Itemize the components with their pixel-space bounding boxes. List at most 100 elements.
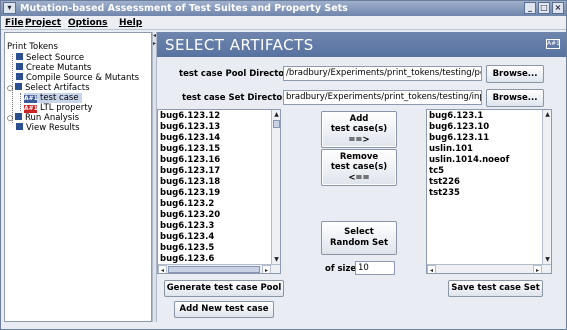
remove-test-cases-button[interactable]: Remove test case(s) <== xyxy=(321,149,397,186)
list-item[interactable]: tst235 xyxy=(429,188,509,199)
random-set-size-input[interactable]: 10 xyxy=(355,261,395,275)
list-item[interactable]: bug6.123.14 xyxy=(160,133,220,144)
close-button[interactable]: × xyxy=(552,2,564,14)
tree-item-compile-source[interactable]: Compile Source & Mutants xyxy=(16,73,139,83)
tree-item-label: Compile Source & Mutants xyxy=(26,73,140,83)
scroll-down-icon[interactable]: ▼ xyxy=(543,255,551,264)
select-random-line1: Select xyxy=(344,227,374,238)
tree-root[interactable]: Print Tokens xyxy=(7,42,58,52)
tree-item-view-results[interactable]: View Results xyxy=(16,123,80,133)
panel-header: SELECT ARTIFACTS A#1 xyxy=(157,32,566,57)
scroll-left-icon[interactable]: ◂ xyxy=(158,265,167,273)
main-window: ▾ Mutation-based Assessment of Test Suit… xyxy=(0,0,567,330)
step-icon xyxy=(16,53,23,60)
step-icon xyxy=(16,123,23,130)
pool-directory-label: test case Pool Directory: xyxy=(179,69,298,79)
collapse-left-icon[interactable]: ◂ xyxy=(153,33,156,39)
list-item[interactable]: bug6.123.17 xyxy=(160,166,220,177)
list-item[interactable]: bug6.123.16 xyxy=(160,155,220,166)
menu-project[interactable]: Project xyxy=(25,16,61,30)
title-bar[interactable]: ▾ Mutation-based Assessment of Test Suit… xyxy=(1,1,566,16)
remove-button-arrow: <== xyxy=(348,172,370,183)
step-icon xyxy=(15,83,22,90)
add-test-cases-button[interactable]: Add test case(s) ==> xyxy=(321,111,397,148)
minimize-button[interactable]: _ xyxy=(524,2,536,14)
list-item[interactable]: bug6.123.19 xyxy=(160,188,220,199)
tree-item-test-case[interactable]: A#1 test case xyxy=(24,93,82,103)
list-item[interactable]: bug6.123.18 xyxy=(160,177,220,188)
set-directory-field[interactable]: bradbury/Experiments/print_tokens/testin… xyxy=(283,90,482,105)
step-icon xyxy=(16,73,23,80)
add-new-test-case-button[interactable]: Add New test case xyxy=(174,301,274,318)
menu-options-label: Options xyxy=(68,18,108,28)
expand-toggle-icon[interactable]: ○ xyxy=(7,83,15,93)
tree-connector xyxy=(20,93,21,111)
tree-item-label: LTL property xyxy=(40,103,93,113)
tree-item-label: Run Analysis xyxy=(25,113,80,123)
menu-options[interactable]: Options xyxy=(68,16,107,30)
tree-item-select-source[interactable]: Select Source xyxy=(16,53,84,63)
expand-toggle-icon[interactable]: ○ xyxy=(7,113,15,123)
maximize-button[interactable]: □ xyxy=(538,2,550,14)
generate-pool-button[interactable]: Generate test case Pool xyxy=(164,280,284,297)
tree-item-label: Create Mutants xyxy=(26,63,92,73)
menu-help[interactable]: Help xyxy=(119,16,142,30)
pool-list-hscrollbar[interactable]: ◂ ▸ xyxy=(158,264,280,273)
panel-title: SELECT ARTIFACTS xyxy=(165,36,314,54)
list-item[interactable]: uslin.1014.noeof xyxy=(429,155,509,166)
tree-item-select-artifacts[interactable]: ○ Select Artifacts xyxy=(7,83,90,93)
scroll-thumb[interactable] xyxy=(273,120,280,128)
select-random-set-button[interactable]: Select Random Set xyxy=(321,221,397,255)
set-list-vscrollbar[interactable]: ▲ ▼ xyxy=(542,110,551,265)
save-set-button[interactable]: Save test case Set xyxy=(448,280,543,297)
tree-item-create-mutants[interactable]: Create Mutants xyxy=(16,63,91,73)
window-title: Mutation-based Assessment of Test Suites… xyxy=(20,3,348,14)
scroll-right-icon[interactable]: ▸ xyxy=(533,265,542,273)
menu-file[interactable]: File xyxy=(5,16,23,30)
pool-directory-field[interactable]: /bradbury/Experiments/print_tokens/testi… xyxy=(283,66,482,81)
list-item[interactable]: tc5 xyxy=(429,166,509,177)
navigation-tree: Print Tokens Select Source Create Mutant… xyxy=(4,32,152,322)
list-item[interactable]: bug6.123.4 xyxy=(160,232,220,243)
scroll-up-icon[interactable]: ▲ xyxy=(543,110,551,119)
menu-help-label: Help xyxy=(119,18,143,28)
add-button-arrow: ==> xyxy=(348,134,370,145)
step-icon xyxy=(15,113,22,120)
tree-item-label: View Results xyxy=(26,123,80,133)
list-item[interactable]: bug6.123.11 xyxy=(429,133,509,144)
menu-project-label: Project xyxy=(25,18,62,28)
pool-list[interactable]: bug6.123.12 bug6.123.13 bug6.123.14 bug6.12… xyxy=(157,109,281,274)
set-list[interactable]: bug6.123.1 bug6.123.10 bug6.123.11 uslin.10… xyxy=(426,109,552,274)
browse-pool-button[interactable]: Browse... xyxy=(486,65,544,83)
list-item[interactable]: tst226 xyxy=(429,177,509,188)
list-item[interactable]: bug6.123.3 xyxy=(160,221,220,232)
list-item[interactable]: bug6.123.1 xyxy=(429,111,509,122)
list-item[interactable]: bug6.123.12 xyxy=(160,111,220,122)
expand-right-icon[interactable]: ▸ xyxy=(153,41,156,47)
list-item[interactable]: bug6.123.20 xyxy=(160,210,220,221)
list-item[interactable]: bug6.123.13 xyxy=(160,122,220,133)
set-list-hscrollbar[interactable]: ◂ ▸ xyxy=(427,264,551,273)
pool-list-vscrollbar[interactable]: ▲ ▼ xyxy=(271,110,280,265)
step-icon xyxy=(16,63,23,70)
tree-item-label: Select Source xyxy=(26,53,85,63)
scroll-down-icon[interactable]: ▼ xyxy=(272,255,280,264)
list-item[interactable]: bug6.123.10 xyxy=(429,122,509,133)
pool-list-items: bug6.123.12 bug6.123.13 bug6.123.14 bug6.12… xyxy=(160,111,220,265)
tree-item-ltl-property[interactable]: A#1 LTL property xyxy=(24,103,93,113)
remove-button-line1: Remove xyxy=(339,151,379,162)
list-item[interactable]: uslin.101 xyxy=(429,144,509,155)
list-item[interactable]: bug6.123.15 xyxy=(160,144,220,155)
scroll-up-icon[interactable]: ▲ xyxy=(272,110,280,119)
tree-item-label: Select Artifacts xyxy=(25,83,90,93)
list-item[interactable]: bug6.123.2 xyxy=(160,199,220,210)
tree-item-run-analysis[interactable]: ○ Run Analysis xyxy=(7,113,79,123)
system-menu-icon[interactable]: ▾ xyxy=(3,2,16,14)
select-random-line2: Random Set xyxy=(329,238,389,248)
scroll-right-icon[interactable]: ▸ xyxy=(262,265,271,273)
browse-set-button[interactable]: Browse... xyxy=(486,89,544,107)
list-item[interactable]: bug6.123.5 xyxy=(160,243,220,254)
scroll-thumb[interactable] xyxy=(168,266,260,273)
add-button-line2: test case(s) xyxy=(330,124,388,135)
scroll-left-icon[interactable]: ◂ xyxy=(427,265,436,273)
